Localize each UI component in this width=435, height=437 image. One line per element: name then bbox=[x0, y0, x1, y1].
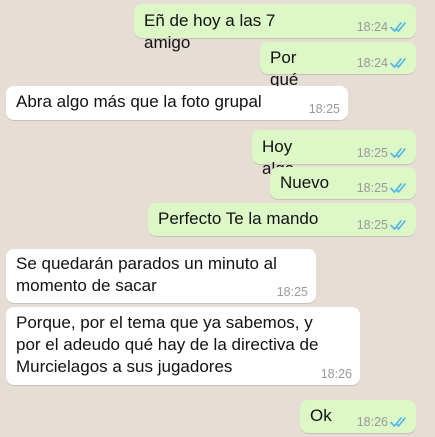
message-time: 18:25 bbox=[308, 102, 340, 116]
message-meta: 18:25 bbox=[357, 218, 408, 232]
message-time: 18:25 bbox=[356, 181, 388, 195]
double-check-read-icon bbox=[390, 22, 406, 32]
double-check-read-icon bbox=[390, 183, 406, 193]
message-meta: 18:25 bbox=[357, 181, 408, 195]
message-meta: 18:25 bbox=[277, 285, 308, 299]
message-time: 18:26 bbox=[356, 415, 388, 429]
message-meta: 18:24 bbox=[357, 20, 408, 34]
message-time: 18:25 bbox=[276, 285, 308, 299]
double-check-read-icon bbox=[390, 417, 406, 427]
message-text: Se quedarán parados un minuto al momento… bbox=[16, 254, 277, 295]
double-check-read-icon bbox=[390, 58, 406, 68]
message-time: 18:25 bbox=[356, 218, 388, 232]
message-text: Ok bbox=[310, 406, 332, 425]
outgoing-message[interactable]: Hoy algo 18:25 bbox=[252, 130, 416, 178]
double-check-read-icon bbox=[390, 220, 406, 230]
message-text: Por qué bbox=[270, 48, 302, 89]
message-text: Perfecto Te la mando bbox=[158, 209, 319, 228]
message-meta: 18:25 bbox=[357, 146, 408, 160]
outgoing-message[interactable]: Nuevo 18:25 bbox=[270, 167, 416, 199]
message-meta: 18:26 bbox=[321, 367, 352, 381]
chat-conversation: Eñ de hoy a las 7 amigo 18:24 Por qué 18… bbox=[0, 0, 435, 437]
message-text: Abra algo más que la foto grupal bbox=[16, 92, 262, 111]
incoming-message[interactable]: Porque, por el tema que ya sabemos, y po… bbox=[6, 307, 360, 385]
message-text: Nuevo bbox=[280, 173, 330, 192]
outgoing-message[interactable]: Perfecto Te la mando 18:25 bbox=[148, 203, 416, 236]
message-time: 18:24 bbox=[356, 20, 388, 34]
message-time: 18:24 bbox=[356, 56, 388, 70]
incoming-message[interactable]: Abra algo más que la foto grupal 18:25 bbox=[6, 86, 348, 120]
outgoing-message[interactable]: Por qué 18:24 bbox=[260, 42, 416, 89]
outgoing-message[interactable]: Eñ de hoy a las 7 amigo 18:24 bbox=[134, 4, 416, 52]
message-meta: 18:26 bbox=[357, 415, 408, 429]
message-time: 18:25 bbox=[356, 146, 388, 160]
incoming-message[interactable]: Se quedarán parados un minuto al momento… bbox=[6, 249, 316, 303]
message-time: 18:26 bbox=[320, 367, 352, 381]
double-check-read-icon bbox=[390, 148, 406, 158]
outgoing-message[interactable]: Ok 18:26 bbox=[300, 400, 416, 433]
message-meta: 18:25 bbox=[309, 102, 340, 116]
message-text: Porque, por el tema que ya sabemos, y po… bbox=[16, 313, 319, 376]
message-meta: 18:24 bbox=[357, 56, 408, 70]
